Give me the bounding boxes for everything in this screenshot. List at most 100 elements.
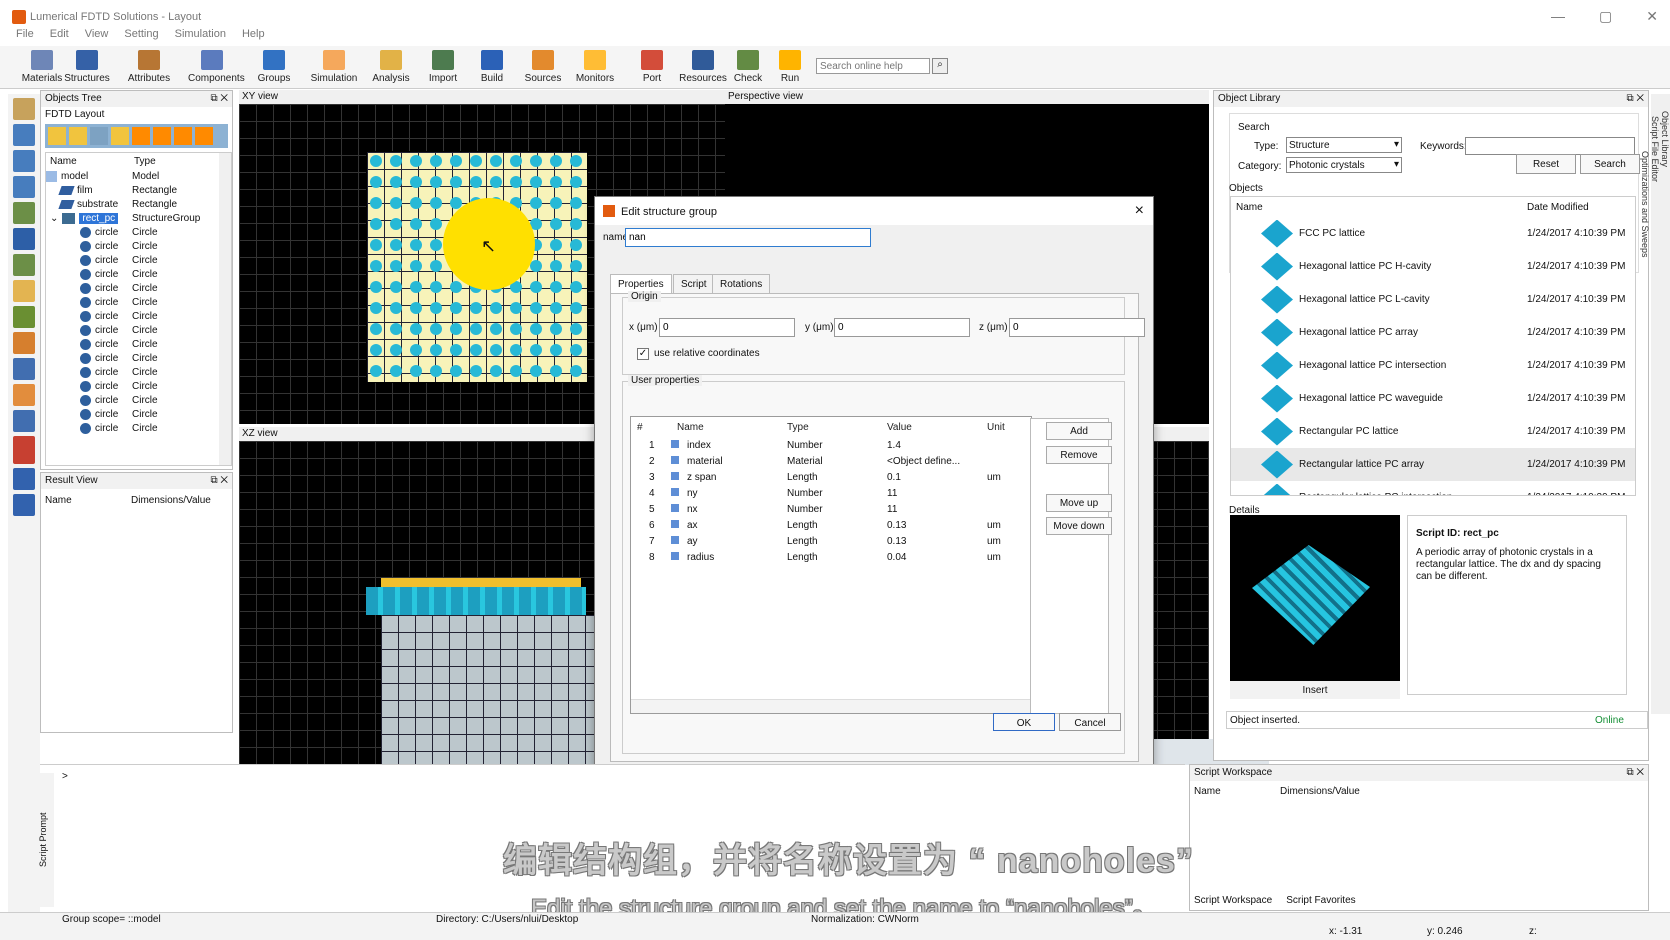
object-library-tab[interactable]: Object Library (1660, 94, 1670, 184)
tab-script[interactable]: Script (673, 274, 715, 294)
zoom-icon[interactable] (13, 254, 35, 276)
tree-row-circle[interactable]: circle Circle (46, 295, 231, 309)
type-select[interactable]: Structure (1286, 137, 1402, 153)
property-row[interactable]: 7 ay Length 0.13 um (631, 533, 1031, 549)
property-row[interactable]: 1 index Number 1.4 (631, 437, 1031, 453)
panel-controls[interactable]: ⧉ ✕ (210, 475, 228, 486)
library-item[interactable]: Hexagonal lattice PC waveguide 1/24/2017 … (1231, 382, 1635, 415)
tree-row-circle[interactable]: circle Circle (46, 239, 231, 253)
draw-icon[interactable] (13, 98, 35, 120)
tab-rotations[interactable]: Rotations (712, 274, 771, 294)
y-axis-icon[interactable] (13, 468, 35, 490)
ok-button[interactable]: OK (993, 713, 1055, 731)
close-icon[interactable]: × (1135, 202, 1144, 220)
menu-simulation[interactable]: Simulation (175, 28, 226, 46)
menu-edit[interactable]: Edit (50, 28, 69, 46)
tree-row-circle[interactable]: circle Circle (46, 337, 231, 351)
origin-y-input[interactable] (834, 318, 970, 337)
relative-checkbox[interactable]: ✓ (637, 348, 649, 360)
panel-controls[interactable]: ⧉ ✕ (210, 93, 228, 104)
restore-icon[interactable]: ▢ (1599, 8, 1612, 25)
move-down-button[interactable]: Move down (1046, 517, 1112, 535)
script-prompt-caret[interactable]: > (62, 771, 68, 782)
library-item[interactable]: Hexagonal lattice PC L-cavity 1/24/2017 4… (1231, 283, 1635, 316)
analysis-button[interactable]: Analysis (367, 50, 415, 84)
tree-row-circle[interactable]: circle Circle (46, 393, 231, 407)
add-object-icon[interactable] (48, 127, 66, 145)
cancel-button[interactable]: Cancel (1059, 713, 1121, 731)
arrow-left-icon[interactable] (174, 127, 192, 145)
library-item[interactable]: Rectangular lattice PC intersection1/24/… (1231, 481, 1635, 495)
tree-row-model[interactable]: model Model (46, 169, 231, 183)
horizontal-scrollbar[interactable] (631, 699, 1033, 713)
minimize-icon[interactable]: — (1551, 8, 1565, 25)
run-button[interactable]: Run (766, 50, 814, 84)
x-axis-icon[interactable] (13, 436, 35, 464)
reset-button[interactable]: Reset (1516, 154, 1576, 174)
components-button[interactable]: Components (188, 50, 245, 84)
tree-row-film[interactable]: film Rectangle (46, 183, 231, 197)
menu-setting[interactable]: Setting (124, 28, 158, 46)
tree-row-circle[interactable]: circle Circle (46, 267, 231, 281)
hierarchy-icon[interactable] (90, 127, 108, 145)
origin-x-input[interactable] (659, 318, 795, 337)
tree-row-circle[interactable]: circle Circle (46, 225, 231, 239)
tree-row-circle[interactable]: circle Circle (46, 323, 231, 337)
library-item[interactable]: FCC PC lattice 1/24/2017 4:10:39 PM (1231, 217, 1635, 250)
port-button[interactable]: Port (628, 50, 676, 84)
arrow-down-icon[interactable] (153, 127, 171, 145)
build-button[interactable]: Build (468, 50, 516, 84)
close-icon[interactable]: ✕ (1646, 8, 1658, 25)
tree-row-circle[interactable]: circle Circle (46, 365, 231, 379)
property-row[interactable]: 6 ax Length 0.13 um (631, 517, 1031, 533)
script-favorites-tab[interactable]: Script Favorites (1286, 895, 1355, 906)
simulation-button[interactable]: Simulation (310, 50, 358, 84)
script-file-editor-tab[interactable]: Script File Editor (1650, 94, 1660, 204)
tree-row-circle[interactable]: circle Circle (46, 351, 231, 365)
tree-row-substrate[interactable]: substrate Rectangle (46, 197, 231, 211)
tree-row-circle[interactable]: circle Circle (46, 309, 231, 323)
structure-icon[interactable] (13, 124, 35, 146)
table-icon[interactable] (13, 410, 35, 432)
insert-button[interactable]: Insert (1230, 681, 1400, 699)
check-button[interactable]: Check (724, 50, 772, 84)
select-icon[interactable] (13, 228, 35, 250)
tree-row-circle[interactable]: circle Circle (46, 379, 231, 393)
hand-icon[interactable] (13, 280, 35, 302)
move-up-button[interactable]: Move up (1046, 494, 1112, 512)
category-select[interactable]: Photonic crystals (1286, 157, 1402, 173)
lattice-icon[interactable] (13, 176, 35, 198)
property-row[interactable]: 8 radius Length 0.04 um (631, 549, 1031, 565)
optimizations-tab[interactable]: Optimizations and Sweeps (1640, 94, 1650, 314)
origin-z-input[interactable] (1009, 318, 1145, 337)
tree-row-circle[interactable]: circle Circle (46, 253, 231, 267)
library-item[interactable]: Rectangular PC lattice 1/24/2017 4:10:39 … (1231, 415, 1635, 448)
zoom-area-icon[interactable] (13, 332, 35, 354)
search-icon[interactable]: ⌕ (932, 58, 948, 74)
menu-view[interactable]: View (85, 28, 109, 46)
script-workspace-tab[interactable]: Script Workspace (1194, 895, 1272, 906)
search-button[interactable]: Search (1580, 154, 1640, 174)
library-item[interactable]: Hexagonal lattice PC H-cavity 1/24/2017 4… (1231, 250, 1635, 283)
sources-button[interactable]: Sources (519, 50, 567, 84)
menu-help[interactable]: Help (242, 28, 265, 46)
keywords-input[interactable] (1465, 137, 1635, 155)
library-item[interactable]: Hexagonal lattice PC array 1/24/2017 4:10… (1231, 316, 1635, 349)
property-row[interactable]: 4 ny Number 11 (631, 485, 1031, 501)
property-row[interactable]: 3z span Length 0.1 um (631, 469, 1031, 485)
attributes-button[interactable]: Attributes (125, 50, 173, 84)
property-row[interactable]: 2 material Material <Object define... (631, 453, 1031, 469)
delete-icon[interactable] (13, 202, 35, 224)
property-row[interactable]: 5 nx Number 11 (631, 501, 1031, 517)
tree-row-rect-pc[interactable]: ⌄ rect_pc StructureGroup (46, 211, 231, 225)
monitors-button[interactable]: Monitors (571, 50, 619, 84)
structures-button[interactable]: Structures (63, 50, 111, 84)
remove-button[interactable]: Remove (1046, 446, 1112, 464)
arrow-right-icon[interactable] (195, 127, 213, 145)
online-help-search-input[interactable]: Search online help (816, 58, 930, 74)
tree-row-circle[interactable]: circle Circle (46, 407, 231, 421)
mesh-icon[interactable] (13, 384, 35, 406)
tree-row-circle[interactable]: circle Circle (46, 281, 231, 295)
grid-icon[interactable] (13, 358, 35, 380)
name-input[interactable] (625, 228, 871, 247)
